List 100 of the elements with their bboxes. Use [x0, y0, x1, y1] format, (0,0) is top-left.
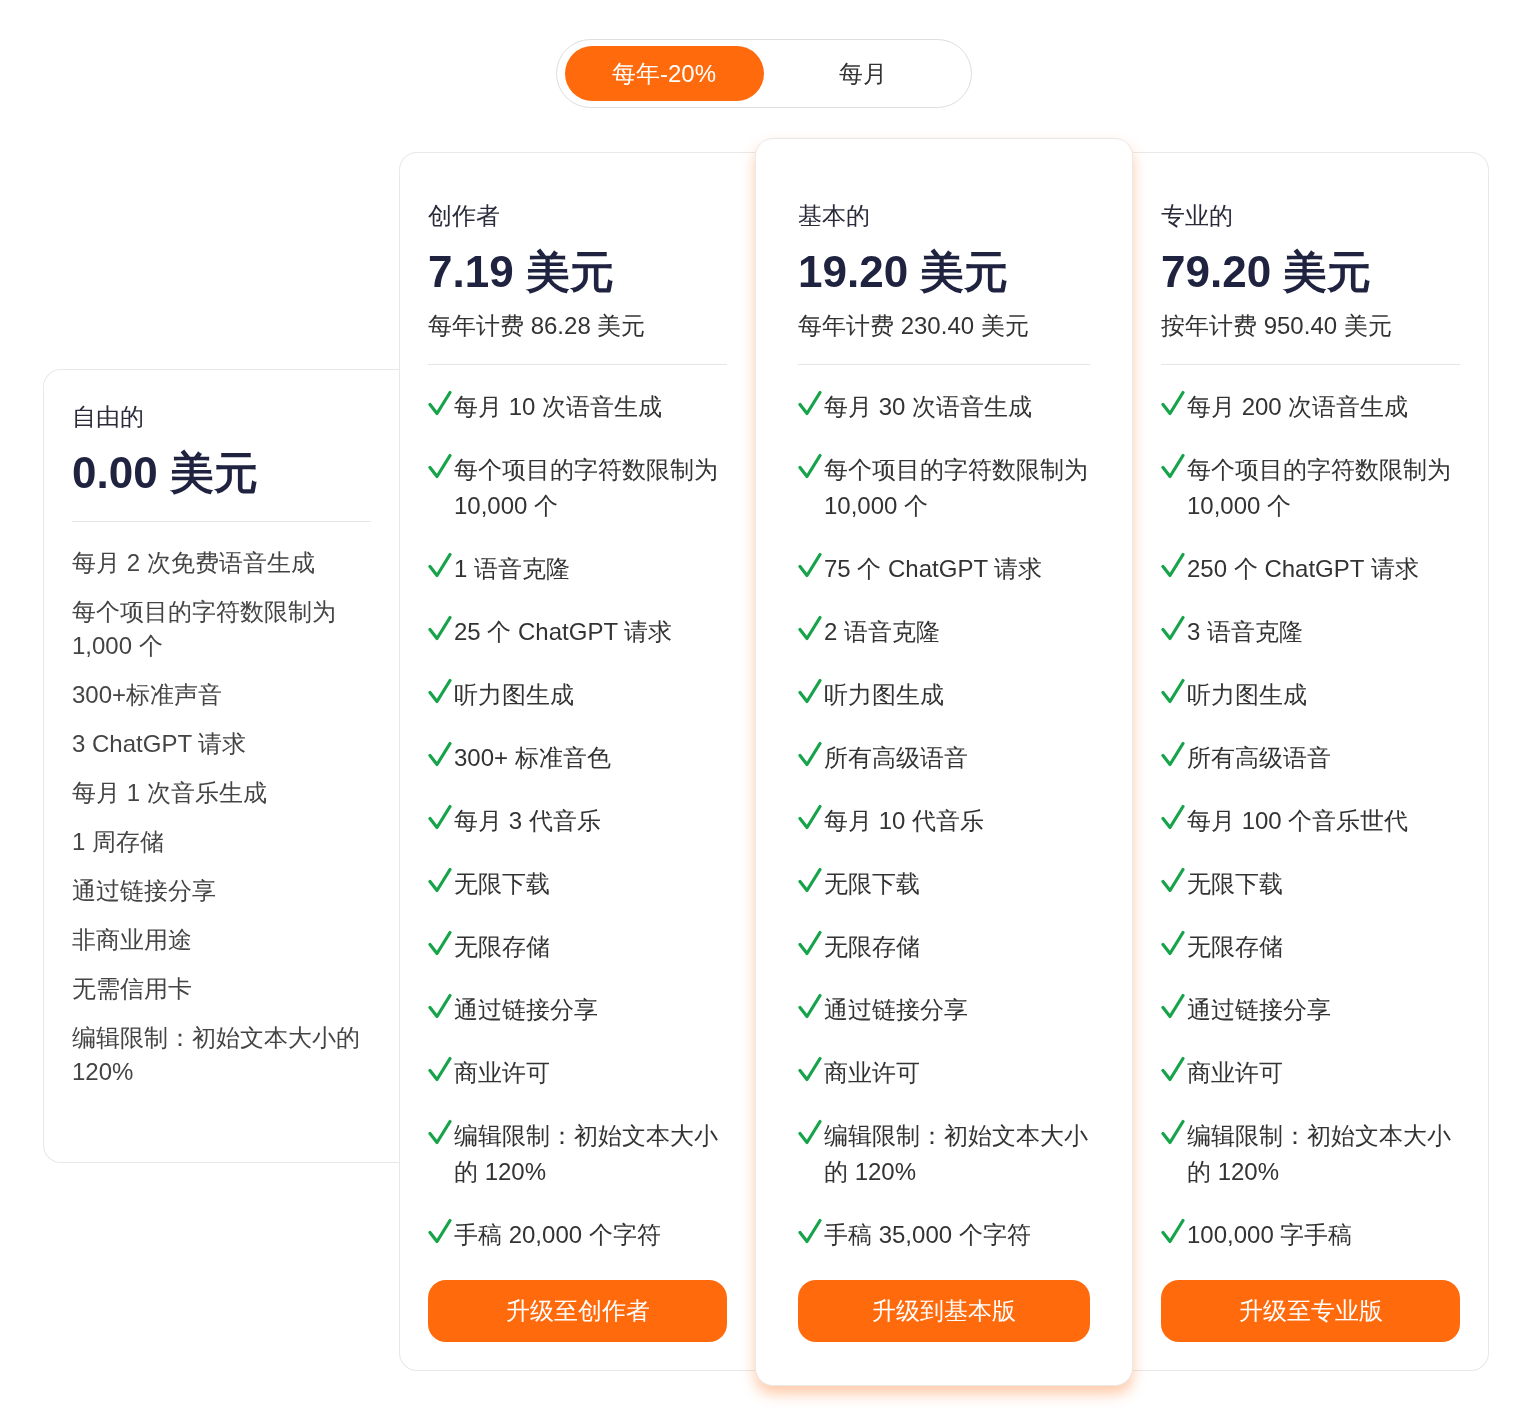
check-icon [428, 1056, 452, 1083]
check-icon [428, 867, 452, 894]
feature-text: 手稿 35,000 个字符 [824, 1220, 1031, 1250]
plan-price: 79.20 美元 [1161, 246, 1373, 298]
upgrade-button[interactable]: 升级到基本版 [798, 1280, 1090, 1342]
feature-text: 每个项目的字符数限制为 10,000 个 [454, 455, 719, 521]
feature-text: 25 个 ChatGPT 请求 [454, 617, 673, 647]
feature-text: 商业许可 [824, 1058, 920, 1088]
feature-text: 所有高级语音 [1187, 743, 1331, 773]
check-icon [1161, 741, 1185, 768]
check-icon [1161, 804, 1185, 831]
check-icon [1161, 678, 1185, 705]
check-icon [798, 867, 822, 894]
feature-text: 通过链接分享 [824, 995, 968, 1025]
feature-text: 听力图生成 [1187, 680, 1307, 710]
check-icon [798, 1056, 822, 1083]
feature-text: 300+ 标准音色 [454, 743, 611, 773]
feature-text: 75 个 ChatGPT 请求 [824, 554, 1043, 584]
check-icon [1161, 1218, 1185, 1245]
upgrade-button[interactable]: 升级至专业版 [1161, 1280, 1460, 1342]
feature-text: 100,000 字手稿 [1187, 1220, 1353, 1250]
feature-text: 商业许可 [454, 1058, 550, 1088]
check-icon [1161, 930, 1185, 957]
check-icon [1161, 453, 1185, 480]
check-icon [798, 453, 822, 480]
feature-text: 300+标准声音 [72, 680, 224, 710]
plan-price: 0.00 美元 [72, 447, 259, 499]
feature-text: 所有高级语音 [824, 743, 968, 773]
feature-text: 每月 30 次语音生成 [824, 392, 1033, 422]
check-icon [428, 678, 452, 705]
check-icon [798, 390, 822, 417]
check-icon [428, 804, 452, 831]
billing-option[interactable]: 每月 [763, 46, 963, 101]
feature-text: 无限下载 [1187, 869, 1283, 899]
feature-text: 听力图生成 [454, 680, 574, 710]
feature-text: 250 个 ChatGPT 请求 [1187, 554, 1419, 584]
plan-name: 创作者 [428, 201, 501, 231]
feature-text: 2 语音克隆 [824, 617, 940, 647]
feature-text: 无限存储 [824, 932, 920, 962]
feature-text: 3 ChatGPT 请求 [72, 729, 248, 759]
feature-text: 手稿 20,000 个字符 [454, 1220, 661, 1250]
feature-text: 每月 2 次免费语音生成 [72, 548, 316, 578]
feature-text: 1 语音克隆 [454, 554, 570, 584]
check-icon [798, 741, 822, 768]
feature-text: 1 周存储 [72, 827, 165, 857]
feature-text: 每月 10 代音乐 [824, 806, 985, 836]
feature-text: 商业许可 [1187, 1058, 1283, 1088]
check-icon [428, 615, 452, 642]
check-icon [428, 453, 452, 480]
feature-text: 无限存储 [454, 932, 550, 962]
check-icon [428, 741, 452, 768]
feature-text: 每月 200 次语音生成 [1187, 392, 1409, 422]
plan-name: 基本的 [798, 201, 871, 231]
feature-text: 每月 10 次语音生成 [454, 392, 663, 422]
plan-price: 19.20 美元 [798, 246, 1010, 298]
billing-option[interactable]: 每年-20% [564, 46, 764, 101]
upgrade-button[interactable]: 升级至创作者 [428, 1280, 727, 1342]
feature-text: 每月 1 次音乐生成 [72, 778, 268, 808]
feature-text: 通过链接分享 [1187, 995, 1331, 1025]
feature-text: 编辑限制：初始文本大小的 120% [72, 1023, 361, 1087]
check-icon [1161, 993, 1185, 1020]
check-icon [428, 390, 452, 417]
check-icon [428, 1119, 452, 1146]
feature-text: 通过链接分享 [454, 995, 598, 1025]
check-icon [798, 804, 822, 831]
check-icon [1161, 552, 1185, 579]
feature-text: 通过链接分享 [72, 876, 217, 906]
feature-text: 听力图生成 [824, 680, 944, 710]
check-icon [798, 552, 822, 579]
billing-note: 每年计费 230.40 美元 [798, 311, 1030, 341]
check-icon [428, 552, 452, 579]
plan-name: 自由的 [72, 402, 145, 432]
feature-text: 每月 100 个音乐世代 [1187, 806, 1409, 836]
check-icon [798, 1119, 822, 1146]
feature-text: 每个项目的字符数限制为 10,000 个 [824, 455, 1089, 521]
feature-text: 编辑限制：初始文本大小的 120% [1187, 1121, 1452, 1187]
check-icon [798, 930, 822, 957]
feature-text: 无限下载 [454, 869, 550, 899]
feature-text: 3 语音克隆 [1187, 617, 1303, 647]
check-icon [428, 930, 452, 957]
check-icon [1161, 1119, 1185, 1146]
feature-text: 无限下载 [824, 869, 920, 899]
billing-note: 每年计费 86.28 美元 [428, 311, 647, 341]
feature-text: 编辑限制：初始文本大小的 120% [824, 1121, 1089, 1187]
feature-text: 无限存储 [1187, 932, 1283, 962]
check-icon [798, 1218, 822, 1245]
check-icon [1161, 867, 1185, 894]
check-icon [1161, 615, 1185, 642]
check-icon [428, 993, 452, 1020]
check-icon [798, 615, 822, 642]
feature-text: 非商业用途 [72, 925, 193, 955]
feature-text: 每个项目的字符数限制为 10,000 个 [1187, 455, 1452, 521]
plan-price: 7.19 美元 [428, 246, 615, 298]
feature-text: 每月 3 代音乐 [454, 806, 601, 836]
plan-name: 专业的 [1161, 201, 1234, 231]
feature-text: 每个项目的字符数限制为 1,000 个 [72, 597, 337, 661]
check-icon [1161, 390, 1185, 417]
check-icon [428, 1218, 452, 1245]
feature-text: 无需信用卡 [72, 974, 193, 1004]
check-icon [798, 678, 822, 705]
